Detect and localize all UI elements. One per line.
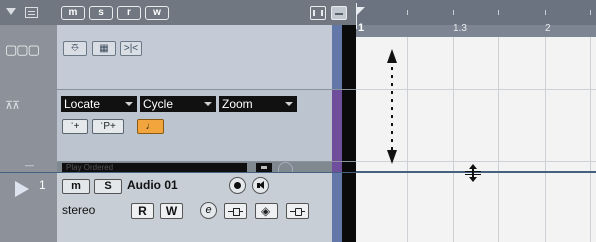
play-order-field[interactable]: Play Ordered [62, 163, 247, 172]
expand-track-icon[interactable] [15, 181, 29, 197]
mute-button[interactable]: m [62, 179, 90, 194]
grid-line [545, 37, 546, 242]
collapse-tracks-icon[interactable] [331, 6, 347, 20]
left-locator-flag-icon[interactable] [357, 7, 365, 15]
write-automation-button[interactable]: W [160, 203, 183, 219]
edit-position-button[interactable]: >|< [120, 41, 142, 56]
grid-line [498, 37, 499, 242]
locate-dropdown-label: Locate [64, 97, 101, 111]
track-separator [0, 89, 356, 90]
video-track[interactable]: ⎑ ▦ >|< [57, 25, 332, 89]
arrow-down-icon [387, 150, 397, 164]
note-button[interactable]: ♩ [137, 119, 164, 134]
bypass-sends-button[interactable] [286, 203, 309, 219]
snap-icon: ▦ [99, 43, 109, 54]
global-read-button[interactable]: r [117, 6, 141, 20]
insert-icon [233, 208, 240, 216]
grid-line [453, 37, 454, 242]
note-icon: ♩ [145, 121, 156, 132]
video-track-icon: ▢▢▢ [5, 42, 40, 57]
grid-line [590, 37, 591, 242]
track-separator [0, 172, 356, 173]
chevron-down-icon [285, 102, 293, 106]
ruler-label-bar-2: 2 [545, 23, 551, 34]
add-marker-button[interactable]: ॱ+ [62, 119, 88, 134]
marker-track-icon: ⊼⊼ [5, 100, 20, 112]
track-number: 1 [39, 178, 46, 192]
zoom-dropdown[interactable]: Zoom [219, 96, 297, 112]
collapse-arrow-icon[interactable] [6, 8, 16, 15]
record-icon [234, 182, 241, 189]
track-view-settings-icon[interactable] [310, 6, 326, 20]
arrow-up-icon [387, 49, 397, 63]
edit-channel-button[interactable]: e [200, 202, 217, 219]
track-list-header: m s r w [57, 0, 357, 25]
ruler-tick [590, 10, 591, 15]
global-mute-button[interactable]: m [61, 6, 85, 20]
chevron-down-icon [204, 102, 212, 106]
locate-dropdown[interactable]: Locate [61, 96, 137, 112]
ruler-tick [498, 10, 499, 15]
ruler-lower-band[interactable] [356, 25, 596, 37]
edit-position-icon: >|< [123, 43, 139, 54]
track-separator [0, 161, 356, 162]
bypass-inserts-button[interactable] [224, 203, 247, 219]
ruler-label-1-3: 1.3 [453, 23, 467, 34]
global-write-button[interactable]: w [145, 6, 169, 20]
snap-button[interactable]: ▦ [92, 41, 116, 56]
record-enable-button[interactable] [229, 177, 246, 194]
add-cycle-marker-button[interactable]: ॱP+ [92, 119, 124, 134]
zoom-dropdown-label: Zoom [222, 97, 253, 111]
lock-icon: ⎑ [71, 43, 79, 54]
play-order-menu-button[interactable] [256, 163, 272, 172]
cycle-dropdown-label: Cycle [143, 97, 174, 111]
inspector-toolbar [0, 0, 57, 25]
track-list-icon[interactable] [25, 7, 38, 18]
ruler-tick [407, 10, 408, 15]
dotted-guide-line [391, 67, 393, 150]
track-name[interactable]: Audio 01 [127, 178, 178, 192]
solo-button[interactable]: S [94, 179, 122, 194]
bypass-eq-button[interactable]: ◈ [255, 203, 278, 219]
send-icon [295, 208, 302, 216]
lock-button[interactable]: ⎑ [63, 41, 87, 56]
audio-track-color-stripe [332, 173, 342, 242]
monitor-button[interactable] [252, 177, 269, 194]
eq-icon: ◈ [261, 204, 271, 218]
activate-button[interactable] [278, 162, 293, 172]
video-track-color-stripe [332, 25, 342, 89]
speaker-cone-icon [259, 181, 264, 189]
resize-cursor-icon [465, 164, 481, 182]
chevron-down-icon [125, 102, 133, 106]
ruler-tick [545, 10, 546, 15]
read-automation-button[interactable]: R [131, 203, 154, 219]
grid-line [407, 37, 408, 242]
cubase-project-window: m s r w ▢▢▢ ⎑ ▦ >|< ⊼⊼ Locate Cycle Zoom… [0, 0, 596, 242]
track-list-divider[interactable] [342, 25, 356, 242]
ruler-label-bar-1: 1 [358, 22, 365, 34]
marker-track-color-stripe [332, 89, 342, 161]
cycle-dropdown[interactable]: Cycle [140, 96, 216, 112]
ruler-tick [453, 10, 454, 15]
channel-config-label: stereo [62, 203, 96, 217]
global-solo-button[interactable]: s [89, 6, 113, 20]
